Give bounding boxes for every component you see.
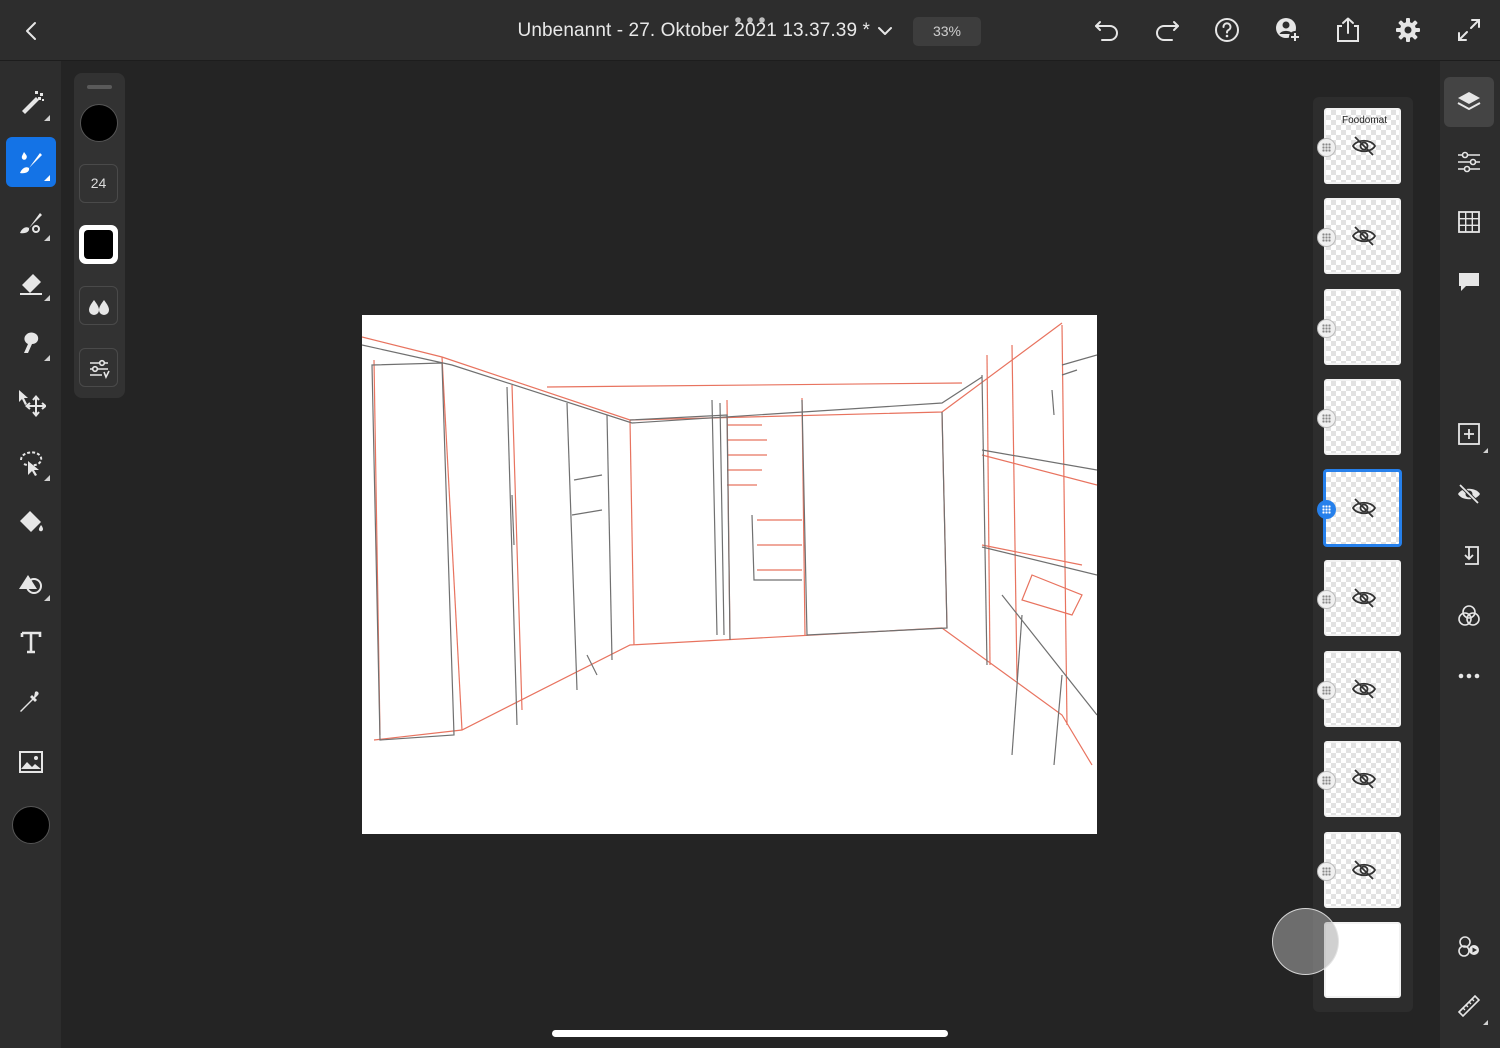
grid-button[interactable] — [1444, 197, 1494, 247]
panel-grip[interactable] — [87, 85, 112, 89]
image-icon — [19, 751, 43, 773]
vector-brush-tool[interactable] — [6, 197, 56, 247]
layer-drag-handle[interactable] — [1317, 681, 1336, 700]
hidden-eye-icon — [1351, 588, 1377, 608]
gear-icon[interactable] — [1393, 15, 1423, 45]
more-button[interactable] — [1444, 651, 1494, 701]
ruler-button[interactable] — [1444, 981, 1494, 1031]
redo-icon[interactable] — [1152, 15, 1182, 45]
hide-layer-button[interactable] — [1444, 469, 1494, 519]
color-swatch[interactable] — [12, 806, 50, 844]
layer-drag-handle-selected[interactable] — [1317, 500, 1336, 519]
back-icon[interactable] — [18, 17, 46, 45]
livestream-button[interactable] — [1444, 921, 1494, 971]
pixel-brush-tool[interactable] — [6, 77, 56, 127]
droplets-icon — [89, 300, 109, 315]
layers-button[interactable] — [1444, 77, 1494, 127]
layer-drag-handle[interactable] — [1317, 862, 1336, 881]
perspective-sketch — [361, 322, 1098, 766]
vector-brush-icon — [20, 213, 42, 234]
share-icon[interactable] — [1333, 15, 1363, 45]
touch-indicator — [1272, 908, 1339, 975]
document-title[interactable]: Unbenannt - 27. Oktober 2021 13.37.39 * — [400, 20, 870, 42]
shape-tool[interactable] — [6, 557, 56, 607]
fill-tool[interactable] — [6, 497, 56, 547]
layer-drag-handle[interactable] — [1317, 771, 1336, 790]
text-tool[interactable] — [6, 617, 56, 667]
lasso-icon — [20, 451, 43, 476]
import-icon — [1464, 546, 1479, 565]
move-tool[interactable] — [6, 377, 56, 427]
comment-icon — [1459, 273, 1479, 291]
hidden-eye-icon — [1351, 769, 1377, 789]
shape-icon — [19, 575, 42, 594]
grid-icon — [1458, 211, 1480, 233]
zoom-level[interactable]: 33% — [913, 17, 981, 46]
top-bar: Unbenannt - 27. Oktober 2021 13.37.39 * … — [0, 0, 1500, 61]
chevron-down-icon[interactable] — [876, 22, 894, 40]
smudge-tool[interactable] — [6, 317, 56, 367]
eraser-tool[interactable] — [6, 257, 56, 307]
visibility-off-icon — [1458, 483, 1480, 505]
pixel-brush-icon — [22, 91, 44, 114]
ruler-icon — [1457, 994, 1481, 1018]
brush-size-preview — [80, 104, 118, 142]
sliders-icon — [90, 359, 110, 379]
live-brush-icon — [20, 152, 42, 174]
invite-icon[interactable] — [1273, 15, 1303, 45]
live-brush-tool[interactable] — [6, 137, 56, 187]
blend-modes-button[interactable] — [1444, 591, 1494, 641]
import-button[interactable] — [1444, 530, 1494, 580]
hidden-eye-icon — [1351, 860, 1377, 880]
hidden-eye-icon — [1351, 679, 1377, 699]
layer-drag-handle[interactable] — [1317, 138, 1336, 157]
eyedropper-icon — [20, 691, 39, 712]
hidden-eye-icon — [1351, 498, 1377, 518]
drawing-canvas[interactable] — [361, 315, 1098, 834]
eraser-icon — [20, 274, 42, 295]
add-layer-button[interactable] — [1444, 409, 1494, 459]
paint-bucket-icon — [20, 511, 43, 532]
livestream-icon — [1458, 936, 1479, 957]
undo-icon[interactable] — [1092, 15, 1122, 45]
right-toolbar — [1440, 61, 1500, 1048]
brush-size-value[interactable]: 24 — [79, 164, 118, 203]
selection-tool[interactable] — [6, 437, 56, 487]
home-indicator[interactable] — [552, 1030, 948, 1037]
smudge-icon — [24, 332, 39, 353]
comments-button[interactable] — [1444, 257, 1494, 307]
flow-button[interactable] — [79, 286, 118, 325]
layer-drag-handle[interactable] — [1317, 590, 1336, 609]
sliders-icon — [1458, 151, 1480, 173]
blend-icon — [1458, 605, 1480, 626]
layer-drag-handle[interactable] — [1317, 409, 1336, 428]
hidden-eye-icon — [1351, 226, 1377, 246]
image-tool[interactable] — [6, 737, 56, 787]
layer-drag-handle[interactable] — [1317, 319, 1336, 338]
multitasking-dots[interactable] — [734, 11, 766, 23]
brush-options-button[interactable] — [79, 348, 118, 387]
text-icon — [20, 631, 42, 654]
brush-settings-panel: 24 — [74, 73, 125, 398]
layers-icon — [1457, 92, 1481, 111]
hidden-eye-icon — [1351, 136, 1377, 156]
layer-thumb-text: Foodomat — [1342, 115, 1388, 126]
left-toolbar — [0, 61, 61, 1048]
fullscreen-icon[interactable] — [1454, 15, 1484, 45]
eyedropper-tool[interactable] — [6, 677, 56, 727]
layer-properties-button[interactable] — [1444, 137, 1494, 187]
layer-drag-handle[interactable] — [1317, 228, 1336, 247]
move-icon — [19, 390, 46, 417]
help-icon[interactable] — [1212, 15, 1242, 45]
more-icon — [1458, 673, 1480, 679]
brush-color-swatch[interactable] — [79, 225, 118, 264]
add-layer-icon — [1458, 423, 1480, 445]
